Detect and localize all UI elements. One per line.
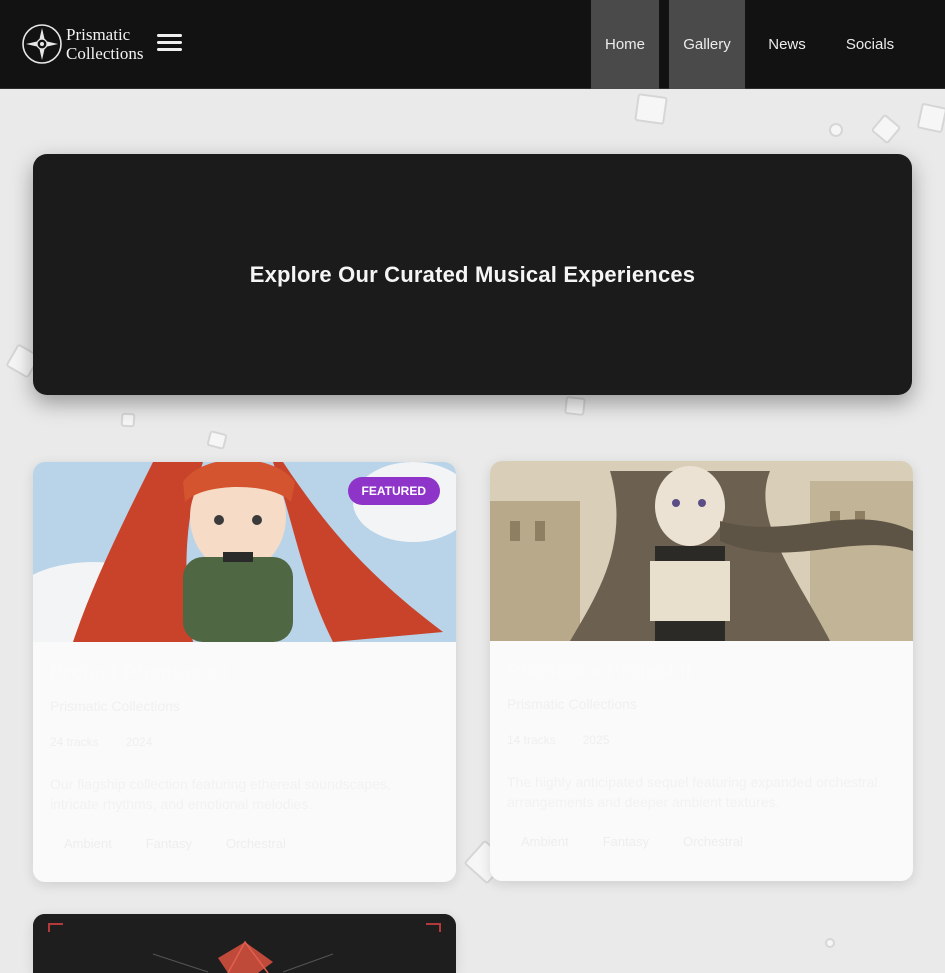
nav-socials[interactable]: Socials xyxy=(826,0,914,89)
genre-tag[interactable]: Ambient xyxy=(507,830,583,853)
album-track-count: 14 tracks xyxy=(507,733,556,747)
brand-logo[interactable]: Prismatic Collections xyxy=(20,22,150,66)
album-title: Project Phantasia I xyxy=(50,662,229,684)
decorative-shape xyxy=(829,123,843,137)
album-title: Phantasia Project II xyxy=(507,660,692,682)
album-card[interactable]: Phantasia Project II Prismatic Collectio… xyxy=(490,461,913,881)
brand-name-line1: Prismatic xyxy=(66,25,131,44)
decorative-shape xyxy=(206,430,228,450)
nav-gallery[interactable]: Gallery xyxy=(669,0,745,89)
hero-title: Explore Our Curated Musical Experiences xyxy=(249,261,696,287)
hamburger-icon[interactable] xyxy=(157,34,183,54)
brand-name-line2: Collections xyxy=(66,44,144,63)
album-cover-image xyxy=(490,461,913,641)
nav-news[interactable]: News xyxy=(752,0,822,89)
genre-tag[interactable]: Ambient xyxy=(50,832,126,855)
nav-home[interactable]: Home xyxy=(591,0,659,89)
album-artist: Prismatic Collections xyxy=(507,696,637,712)
nav-menu: Home Gallery News Socials xyxy=(591,0,914,89)
genre-tag[interactable]: Orchestral xyxy=(212,832,300,855)
prismatic-star-logo-icon xyxy=(22,24,62,64)
album-cover-image xyxy=(33,914,456,973)
album-artist: Prismatic Collections xyxy=(50,698,180,714)
hero-banner: Explore Our Curated Musical Experiences xyxy=(33,154,912,395)
album-description: The highly anticipated sequel featuring … xyxy=(507,774,878,810)
album-card[interactable] xyxy=(33,914,456,973)
album-year: 2024 xyxy=(125,735,153,749)
album-track-count: 24 tracks xyxy=(50,735,99,749)
genre-tag[interactable]: Fantasy xyxy=(132,832,206,855)
album-description: Our flagship collection featuring ethere… xyxy=(50,776,391,812)
decorative-shape xyxy=(825,938,835,948)
genre-tag[interactable]: Orchestral xyxy=(669,830,757,853)
featured-badge: FEATURED xyxy=(347,477,440,505)
decorative-shape xyxy=(916,102,945,134)
decorative-shape xyxy=(634,93,668,125)
decorative-shape xyxy=(870,113,902,145)
genre-tags: Ambient Fantasy Orchestral xyxy=(50,832,439,855)
album-year: 2025 xyxy=(582,733,610,747)
album-card[interactable]: FEATURED Project Phantasia I Prismatic C… xyxy=(33,462,456,882)
genre-tags: Ambient Fantasy Orchestral xyxy=(507,830,896,853)
decorative-shape xyxy=(120,412,136,428)
top-navbar: Prismatic Collections Home Gallery News … xyxy=(0,0,945,89)
genre-tag[interactable]: Fantasy xyxy=(589,830,663,853)
brand-name: Prismatic Collections xyxy=(66,25,143,63)
decorative-shape xyxy=(564,396,586,416)
